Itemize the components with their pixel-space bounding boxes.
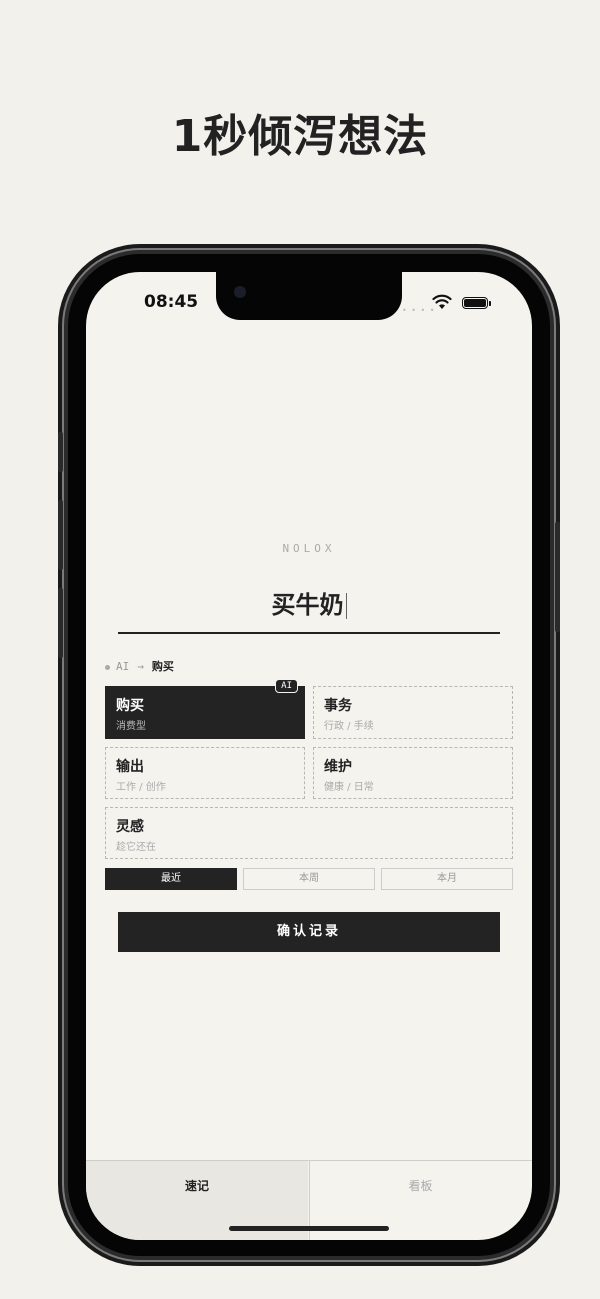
ai-route-source: AI [116, 660, 130, 673]
ai-badge: AI [275, 679, 298, 693]
category-subtitle: 健康 / 日常 [324, 782, 374, 793]
category-name: 购买 [116, 698, 144, 714]
category-subtitle: 工作 / 创作 [116, 782, 166, 793]
app-brand: NOLOX [282, 542, 336, 555]
phone-volume-down [58, 588, 63, 658]
battery-icon [462, 297, 488, 309]
category-subtitle: 趁它还在 [116, 842, 156, 853]
category-maintenance[interactable]: 维护 健康 / 日常 [313, 747, 513, 799]
category-output[interactable]: 输出 工作 / 创作 [105, 747, 305, 799]
category-name: 事务 [324, 698, 352, 714]
signal-icon: • • • • [402, 306, 436, 315]
category-inspiration[interactable]: 灵感 趁它还在 [105, 807, 513, 859]
page-headline: 1秒倾泻想法 [171, 111, 429, 162]
status-time: 08:45 [144, 292, 199, 312]
ai-route-target: 购买 [151, 660, 174, 673]
range-month-button[interactable]: 本月 [381, 868, 513, 890]
text-caret [345, 593, 347, 619]
confirm-record-button[interactable]: 确认记录 [118, 912, 500, 952]
category-name: 输出 [116, 759, 144, 775]
range-week-button[interactable]: 本周 [243, 868, 375, 890]
category-name: 维护 [324, 759, 352, 775]
category-name: 灵感 [116, 819, 144, 835]
app-screen: 08:45 • • • • NOLOX 买牛奶 AI → 购买 购买 消费型 AI … [86, 272, 532, 1240]
phone-volume-up [58, 500, 63, 570]
thought-input-value[interactable]: 买牛奶 [118, 585, 500, 620]
phone-side-button [58, 432, 63, 472]
range-recent-button[interactable]: 最近 [105, 868, 237, 890]
battery-tip [489, 301, 491, 306]
camera-icon [234, 286, 246, 298]
category-affairs[interactable]: 事务 行政 / 手续 [313, 686, 513, 739]
wifi-icon [432, 294, 452, 314]
category-subtitle: 行政 / 手续 [324, 721, 374, 732]
category-purchase[interactable]: 购买 消费型 AI [105, 679, 305, 739]
thought-input[interactable]: 买牛奶 [118, 577, 500, 634]
ai-suggestion-route: AI → 购买 [105, 658, 174, 674]
phone-power-button [555, 522, 560, 632]
category-subtitle: 消费型 [116, 721, 146, 732]
ai-dot-icon [105, 664, 110, 670]
arrow-right-icon: → [137, 660, 144, 673]
thought-input-text: 买牛奶 [271, 591, 344, 619]
home-indicator[interactable] [229, 1226, 389, 1231]
